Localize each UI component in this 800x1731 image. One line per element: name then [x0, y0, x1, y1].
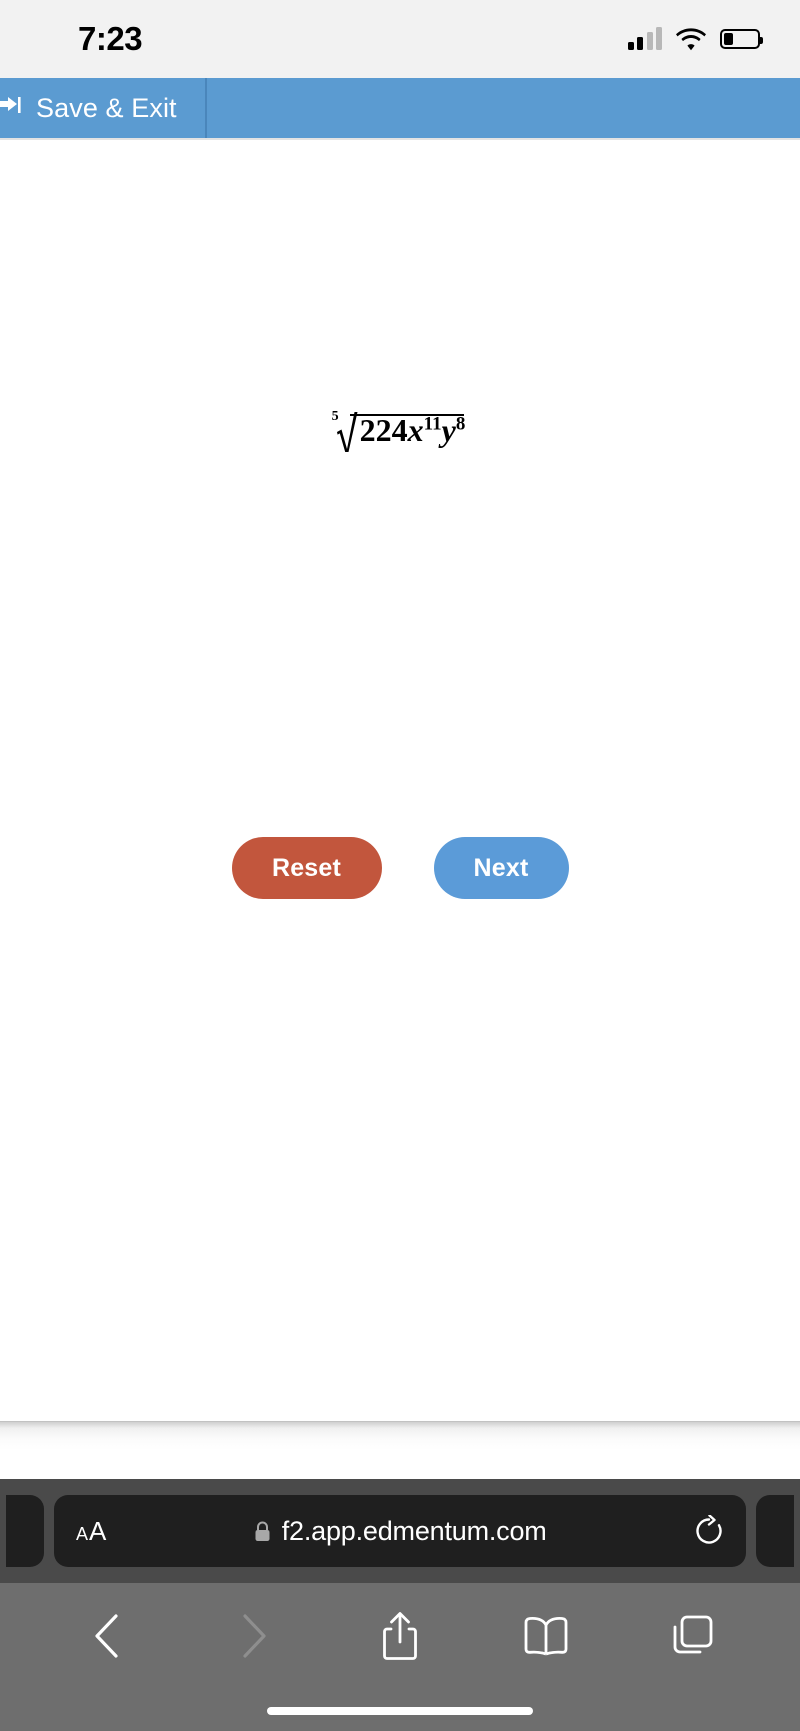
reset-button[interactable]: Reset [231, 837, 382, 899]
url-bar-row: A A f2.app.edmentum.com [0, 1479, 800, 1583]
math-expression-wrap: 5 224x11y8 [0, 408, 800, 452]
chevron-left-icon [95, 1613, 118, 1658]
status-indicators [627, 27, 763, 51]
cellular-signal-icon [627, 27, 662, 50]
chevron-right-icon [242, 1613, 266, 1658]
previous-tab-peek[interactable] [6, 1495, 44, 1567]
share-button[interactable] [370, 1606, 430, 1666]
wifi-icon [676, 27, 706, 50]
radical-index: 5 [331, 409, 339, 424]
app-header: Save & Exit [0, 78, 800, 138]
question-content-area: 5 224x11y8 Reset Next [0, 140, 800, 1352]
status-time: 7:23 [78, 20, 143, 57]
share-icon [383, 1611, 417, 1660]
forward-button[interactable] [224, 1606, 284, 1666]
tabs-icon [673, 1615, 713, 1653]
radicand-y: y [441, 412, 456, 448]
lock-icon [255, 1521, 270, 1541]
url-display: f2.app.edmentum.com [106, 1516, 694, 1547]
radicand-x-exponent: 11 [423, 413, 442, 435]
next-button[interactable]: Next [433, 837, 569, 899]
math-expression: 5 224x11y8 [332, 408, 469, 452]
bookmarks-button[interactable] [516, 1606, 576, 1666]
ios-status-bar: 7:23 [0, 0, 800, 78]
exit-arrow-icon [0, 97, 21, 113]
radicand: 224x11y8 [358, 414, 469, 446]
tabs-button[interactable] [663, 1606, 723, 1666]
text-size-big-a: A [89, 1515, 107, 1546]
url-bar[interactable]: A A f2.app.edmentum.com [54, 1495, 746, 1567]
safari-browser-chrome: A A f2.app.edmentum.com [0, 1479, 800, 1731]
book-icon [524, 1616, 568, 1655]
page-bottom-edge [0, 1421, 800, 1450]
back-button[interactable] [77, 1606, 137, 1666]
save-exit-label: Save & Exit [36, 92, 177, 123]
home-indicator [267, 1707, 533, 1715]
radicand-coefficient: 224 [359, 412, 408, 448]
browser-toolbar [0, 1583, 800, 1688]
radical-overbar [349, 414, 465, 417]
url-text: f2.app.edmentum.com [281, 1515, 547, 1546]
battery-low-icon [720, 29, 763, 49]
action-buttons: Reset Next [0, 837, 800, 899]
text-size-button[interactable]: A A [76, 1516, 106, 1547]
reload-icon[interactable] [694, 1515, 724, 1547]
radicand-x: x [407, 412, 424, 448]
next-tab-peek[interactable] [756, 1495, 794, 1567]
text-size-small-a: A [76, 1523, 89, 1544]
save-exit-button[interactable]: Save & Exit [0, 78, 205, 138]
header-empty-area [207, 78, 800, 138]
radicand-y-exponent: 8 [455, 413, 466, 435]
